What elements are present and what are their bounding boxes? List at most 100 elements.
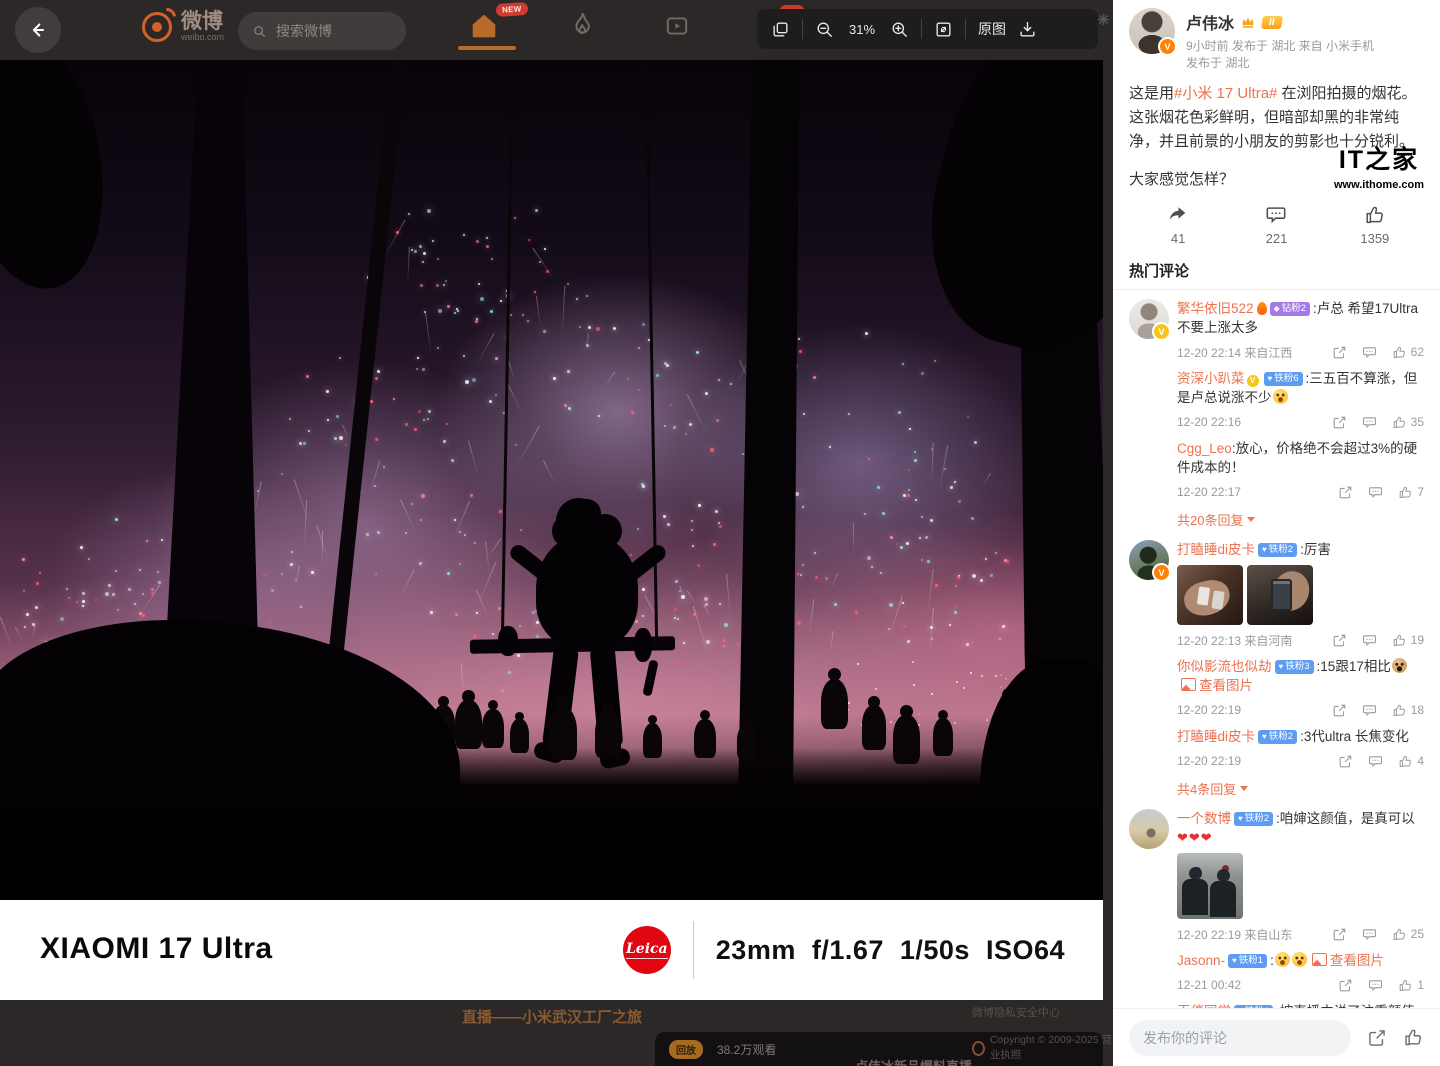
view-image-link[interactable]: 查看图片	[1177, 678, 1253, 693]
hot-comments-header: 热门评论	[1129, 263, 1190, 280]
share-comment-icon[interactable]	[1332, 633, 1347, 648]
fan-badge: 铁粉6	[1263, 372, 1303, 386]
comment-image[interactable]	[1247, 565, 1313, 625]
nav-hot[interactable]	[567, 10, 597, 40]
reply-icon[interactable]	[1362, 927, 1377, 942]
like-button[interactable]: 1359	[1326, 204, 1424, 246]
commenter-avatar[interactable]: V	[1129, 299, 1171, 341]
replay-badge: 回放	[669, 1040, 703, 1059]
xiaomi-wordmark: XIAOMI 17 Ultra	[40, 932, 273, 965]
zoom-out-button[interactable]	[815, 20, 834, 39]
commenter-name[interactable]: 资深小趴菜	[1177, 371, 1245, 386]
fullscreen-button[interactable]	[934, 20, 953, 39]
commenter-avatar[interactable]	[1129, 809, 1169, 849]
new-badge: NEW	[495, 1, 528, 18]
copyright-text: Copyright © 2009-2025 营业执照	[989, 1034, 1112, 1061]
weibo-icon	[972, 1040, 985, 1056]
like-comment-button[interactable]: 4	[1398, 754, 1424, 769]
share-comment-icon[interactable]	[1338, 485, 1353, 500]
comment-button[interactable]: 221	[1227, 204, 1325, 246]
comment: 一个数博铁粉2:咱婶这颜值，是真可以❤❤❤ 12-20 22:19 来自山东 2…	[1129, 809, 1424, 944]
download-button[interactable]	[1018, 20, 1037, 39]
share-comment-icon[interactable]	[1332, 703, 1347, 718]
zoom-in-button[interactable]	[890, 20, 909, 39]
fan-badge: 铁粉3	[1274, 660, 1314, 674]
share-comment-icon[interactable]	[1332, 415, 1347, 430]
comment: V 打瞌睡di皮卡铁粉2:厉害 12-20 22:13 来自河南 19	[1129, 540, 1424, 650]
commenter-name[interactable]: Cgg_Leo	[1177, 441, 1232, 456]
commenter-name[interactable]: Jasonn-	[1177, 953, 1225, 968]
exif-info: 23mm f/1.67 1/50s ISO64	[715, 934, 1065, 965]
vip-level-badge: II	[1261, 15, 1283, 29]
dog-emoji	[1391, 658, 1407, 673]
reply-icon[interactable]	[1368, 754, 1383, 769]
search-input[interactable]: 搜索微博	[238, 12, 406, 50]
fan-badge: 铁粉1	[1228, 954, 1268, 968]
comment: V 繁华依旧522钻粉2:卢总 希望17Ultra不要上涨太多 12-20 22…	[1129, 299, 1424, 362]
nav-home[interactable]	[468, 10, 500, 42]
like-comment-button[interactable]: 18	[1392, 703, 1424, 718]
share-comment-icon[interactable]	[1338, 754, 1353, 769]
reply-icon[interactable]	[1368, 978, 1383, 993]
crown-icon	[1239, 14, 1257, 31]
reply-icon[interactable]	[1368, 485, 1383, 500]
like-comment-button[interactable]: 25	[1392, 927, 1424, 942]
duplicate-icon[interactable]	[771, 20, 790, 39]
viewer-topbar: 微博 weibo.com 搜索微博 NEW 31% 原图	[0, 0, 1113, 62]
crying-emoji	[1272, 389, 1288, 404]
weibo-logo[interactable]: 微博 weibo.com	[142, 11, 224, 42]
verified-badge: V	[1158, 37, 1177, 56]
view-replies-link[interactable]: 共4条回复	[1177, 779, 1424, 798]
like-comment-button[interactable]: 62	[1392, 345, 1424, 360]
share-icon[interactable]	[1367, 1028, 1387, 1048]
image-viewer-overlay: 直播——小米武汉工厂之旅 回放 38.2万观看 卢伟冰新品爆料直播 微博隐私安全…	[0, 0, 1113, 1066]
repost-button[interactable]: 41	[1129, 204, 1227, 246]
like-comment-button[interactable]: 7	[1398, 485, 1424, 500]
comment-reply: 你似影流也似劫铁粉3:15跟17相比查看图片 12-20 22:19 18	[1177, 657, 1424, 720]
reply-icon[interactable]	[1362, 415, 1377, 430]
author-avatar[interactable]: V	[1129, 8, 1177, 56]
fan-badge: 铁粉2	[1234, 812, 1274, 826]
commenter-name[interactable]: 一个数博	[1177, 811, 1231, 826]
author-name[interactable]: 卢伟冰	[1186, 10, 1234, 34]
reply-icon[interactable]	[1362, 345, 1377, 360]
comment-reply: Jasonn-铁粉1:查看图片 12-21 00:42 1	[1177, 951, 1424, 995]
original-image-button[interactable]: 原图	[978, 19, 1006, 39]
video-caption: 卢伟冰新品爆料直播	[855, 1056, 972, 1066]
image-icon	[1311, 953, 1327, 966]
share-comment-icon[interactable]	[1332, 345, 1347, 360]
commenter-avatar[interactable]: V	[1129, 540, 1171, 582]
nav-video[interactable]	[662, 13, 692, 39]
view-image-link[interactable]: 查看图片	[1308, 953, 1384, 968]
like-icon[interactable]	[1403, 1027, 1424, 1048]
commenter-name[interactable]: 繁华依旧522	[1177, 301, 1254, 316]
photo[interactable]: XIAOMI 17 Ultra Leica 23mm f/1.67 1/50s …	[0, 60, 1103, 1000]
reply-icon[interactable]	[1362, 703, 1377, 718]
like-comment-button[interactable]: 35	[1392, 415, 1424, 430]
reply-icon[interactable]	[1362, 633, 1377, 648]
image-icon	[1181, 678, 1196, 691]
view-count: 38.2万观看	[717, 1043, 777, 1057]
like-comment-button[interactable]: 19	[1392, 633, 1424, 648]
hashtag-link[interactable]: #小米 17 Ultra#	[1174, 85, 1277, 102]
like-comment-button[interactable]: 1	[1398, 978, 1424, 993]
fan-badge: 铁粉2	[1258, 730, 1298, 744]
settings-gear-icon[interactable]	[1096, 12, 1111, 27]
verified-badge: V	[1152, 563, 1171, 582]
photo-info-bar: XIAOMI 17 Ultra Leica 23mm f/1.67 1/50s …	[0, 900, 1103, 1000]
commenter-name[interactable]: 打瞌睡di皮卡	[1177, 729, 1255, 744]
back-button[interactable]	[15, 7, 61, 53]
flame-icon	[1256, 302, 1267, 315]
comment-image[interactable]	[1177, 853, 1243, 919]
leica-logo: Leica	[622, 926, 671, 974]
comment-input[interactable]	[1129, 1019, 1351, 1056]
commenter-name[interactable]: 打瞌睡di皮卡	[1177, 542, 1255, 557]
fan-badge: 铁粉2	[1258, 543, 1298, 557]
share-comment-icon[interactable]	[1338, 978, 1353, 993]
comment-image[interactable]	[1177, 565, 1243, 625]
heart-emojis: ❤❤❤	[1177, 830, 1213, 845]
active-tab-indicator	[458, 46, 516, 50]
commenter-name[interactable]: 你似影流也似劫	[1177, 659, 1272, 674]
share-comment-icon[interactable]	[1332, 927, 1347, 942]
view-replies-link[interactable]: 共20条回复	[1177, 510, 1424, 529]
